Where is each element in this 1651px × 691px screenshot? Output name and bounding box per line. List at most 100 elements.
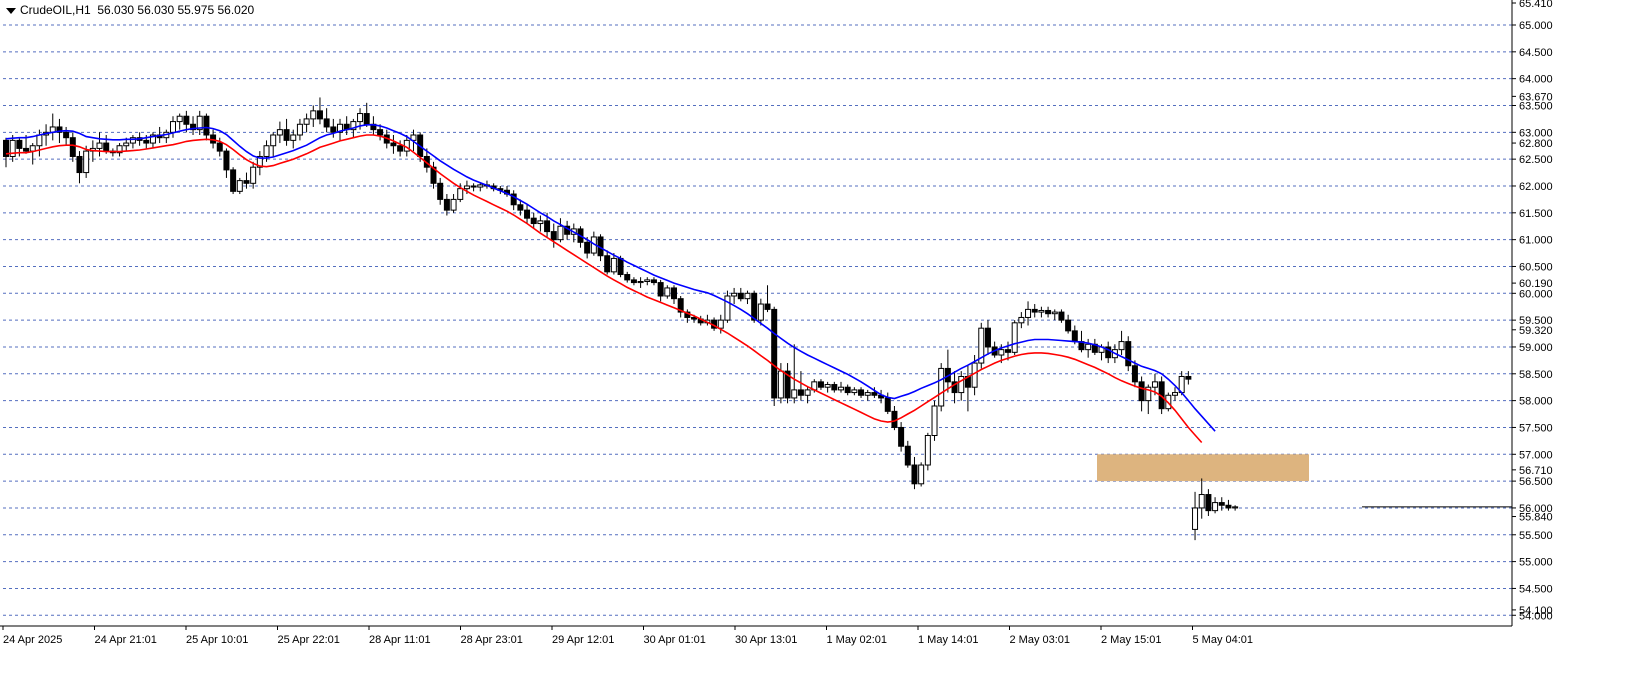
candle-body — [777, 370, 784, 399]
candle-body — [1025, 308, 1032, 318]
candle-body — [1198, 494, 1205, 509]
candle-body — [831, 384, 838, 391]
candle-body — [390, 142, 397, 147]
candle-body — [1131, 365, 1138, 383]
candle — [96, 132, 103, 157]
candle-body — [630, 279, 637, 284]
y-tick-label: 62.500 — [1519, 154, 1553, 166]
candle-body — [1045, 309, 1052, 315]
candle-body — [517, 204, 524, 211]
y-tick-label: 61.500 — [1519, 208, 1553, 220]
candle-body — [1051, 311, 1058, 315]
moving-averages — [5, 124, 1216, 444]
symbol-timeframe: CrudeOIL,H1 — [20, 3, 91, 17]
x-tick-label: 28 Apr 23:01 — [461, 634, 523, 646]
candle — [1232, 505, 1239, 511]
candle-body — [463, 185, 470, 190]
candle — [984, 320, 991, 356]
candle — [337, 118, 343, 141]
candle — [918, 462, 925, 487]
candle-body — [230, 169, 237, 192]
candle-body — [283, 129, 290, 141]
candle-body — [1011, 322, 1018, 353]
candle-body — [1118, 341, 1125, 351]
candle-body — [470, 185, 477, 188]
candle — [310, 105, 317, 127]
dropdown-triangle-icon[interactable] — [6, 7, 16, 14]
candle — [390, 135, 397, 154]
candle-body — [644, 279, 651, 282]
candle-body — [657, 282, 664, 297]
candle-body — [1172, 392, 1178, 396]
y-tick-label: 54.000 — [1519, 610, 1553, 622]
y-tick-label: 55.000 — [1519, 557, 1553, 569]
candle-body — [731, 292, 738, 297]
candle — [1192, 491, 1199, 541]
candle — [363, 102, 370, 127]
candle — [978, 322, 985, 369]
candle — [1198, 478, 1205, 519]
candle — [537, 215, 544, 232]
candle-body — [624, 274, 631, 281]
y-tick-label: 55.500 — [1519, 530, 1553, 542]
candle — [3, 137, 9, 168]
chart-header: CrudeOIL,H1 56.030 56.030 55.975 56.020 — [6, 3, 254, 17]
candle-body — [1192, 507, 1199, 530]
candle-body — [76, 155, 83, 174]
candle — [550, 223, 557, 248]
candle — [1105, 341, 1112, 364]
candle — [911, 456, 918, 490]
candle — [858, 387, 865, 398]
candle — [1091, 338, 1098, 356]
y-tick-labels: 65.41065.00064.50064.00063.67063.50063.0… — [1512, 0, 1553, 622]
candle — [650, 277, 657, 286]
candle — [884, 392, 891, 415]
candle — [256, 151, 263, 176]
candle — [43, 124, 50, 146]
y-tick-label: 65.000 — [1519, 20, 1553, 32]
candle-body — [243, 180, 250, 184]
ohlc-readout: 56.030 56.030 55.975 56.020 — [97, 3, 255, 17]
candle — [76, 151, 83, 184]
y-tick-label: 62.800 — [1519, 138, 1553, 150]
candle — [1045, 306, 1052, 318]
candle-body — [851, 389, 858, 394]
candle-body — [524, 209, 531, 219]
candle — [1051, 309, 1058, 321]
candle — [1065, 314, 1072, 334]
x-tick-labels: 24 Apr 2025 24 Apr 21:01 25 Apr 10:01 25 Ap… — [2, 626, 1253, 646]
candle-body — [270, 134, 277, 147]
candle — [644, 277, 651, 286]
candle — [737, 287, 744, 302]
candle-body — [316, 110, 323, 120]
candle-body — [310, 110, 317, 120]
y-tick-label: 60.000 — [1519, 288, 1553, 300]
candle-body — [864, 392, 871, 396]
candle-body — [236, 180, 243, 192]
candle — [731, 287, 738, 305]
candle-body — [357, 113, 364, 123]
x-tick-label: 1 May 14:01 — [918, 634, 979, 646]
candle — [904, 440, 911, 468]
candle-body — [176, 115, 183, 123]
y-tick-label: 55.840 — [1519, 512, 1553, 524]
y-tick-label: 58.500 — [1519, 369, 1553, 381]
candle-body — [604, 255, 611, 273]
candle — [270, 132, 277, 157]
candle — [944, 349, 951, 393]
x-tick-label: 28 Apr 11:01 — [369, 634, 431, 646]
y-tick-label: 57.500 — [1519, 422, 1553, 434]
candle-body — [263, 145, 270, 157]
candle — [129, 135, 136, 149]
candle-body — [437, 182, 444, 200]
candle — [477, 183, 484, 192]
candle-body — [650, 279, 657, 284]
candle-body — [717, 319, 724, 329]
candle-body — [397, 145, 404, 152]
candle-body — [904, 445, 911, 466]
candle-body — [83, 150, 90, 174]
x-tick-label: 25 Apr 10:01 — [186, 634, 248, 646]
candle-body — [276, 129, 283, 136]
candle-body — [1031, 308, 1038, 313]
candle-body — [1125, 341, 1132, 367]
